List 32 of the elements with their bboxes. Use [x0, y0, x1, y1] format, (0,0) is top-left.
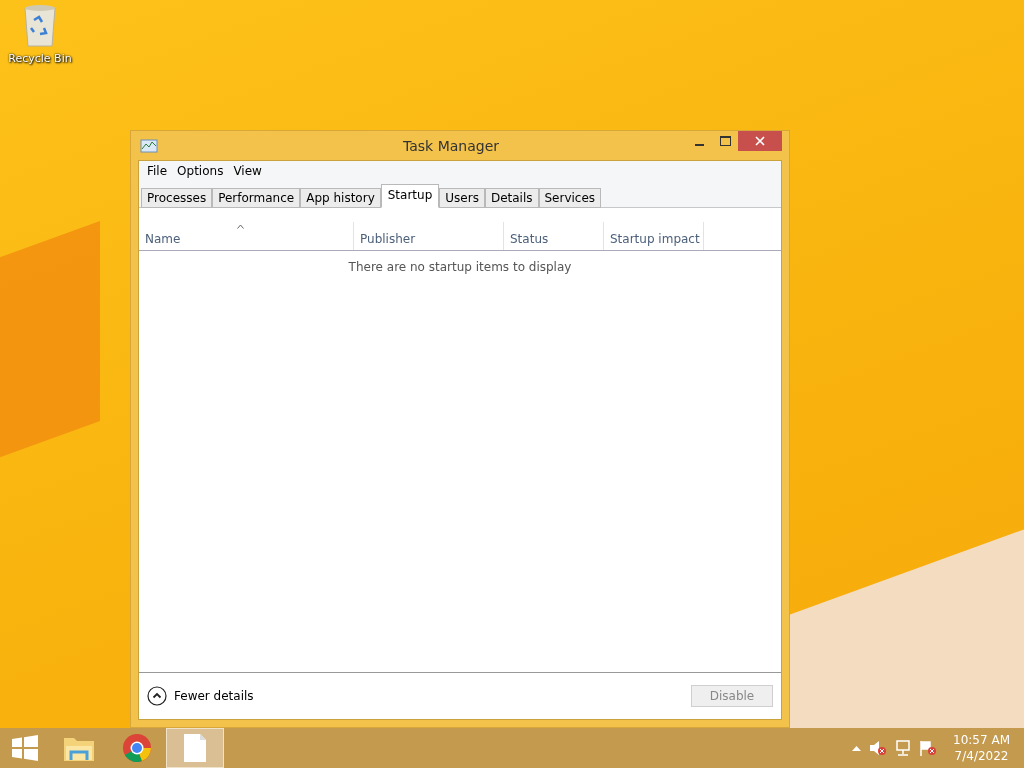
- window-title: Task Manager: [402, 137, 500, 154]
- column-header[interactable]: Status: [504, 222, 604, 250]
- caret-up-icon: [852, 745, 862, 751]
- tab[interactable]: Processes: [141, 188, 213, 208]
- taskbar-button[interactable]: [166, 728, 224, 768]
- tab[interactable]: App history: [300, 188, 381, 208]
- close-icon: [755, 136, 765, 146]
- column-header[interactable]: Startup impact: [604, 222, 704, 250]
- show-hidden-icons-button[interactable]: [852, 745, 862, 751]
- empty-message: There are no startup items to display: [348, 260, 572, 276]
- minimize-icon: [694, 143, 704, 146]
- maximize-icon: [719, 136, 731, 146]
- browser-icon: [122, 733, 152, 763]
- menu-item[interactable]: View: [229, 163, 266, 179]
- tab[interactable]: Users: [439, 188, 485, 208]
- document-icon: [184, 734, 206, 762]
- chevron-up-icon: [147, 686, 167, 706]
- column-header[interactable]: Name: [139, 222, 354, 250]
- app-icon: [140, 138, 158, 153]
- speaker-muted-icon[interactable]: [869, 740, 888, 756]
- network-icon[interactable]: [895, 740, 912, 756]
- tab[interactable]: Startup: [380, 184, 440, 208]
- menu-item[interactable]: File: [143, 163, 172, 179]
- fewer-details-button[interactable]: Fewer details: [147, 686, 254, 706]
- tab[interactable]: Details: [484, 188, 539, 208]
- tab[interactable]: Performance: [212, 188, 301, 208]
- tab[interactable]: Services: [538, 188, 602, 208]
- menu-item[interactable]: Options: [173, 163, 228, 179]
- flag-icon[interactable]: [919, 740, 938, 756]
- recycle-bin-icon[interactable]: [22, 4, 58, 48]
- column-header[interactable]: Publisher: [354, 222, 504, 250]
- windows-logo-icon: [12, 735, 38, 761]
